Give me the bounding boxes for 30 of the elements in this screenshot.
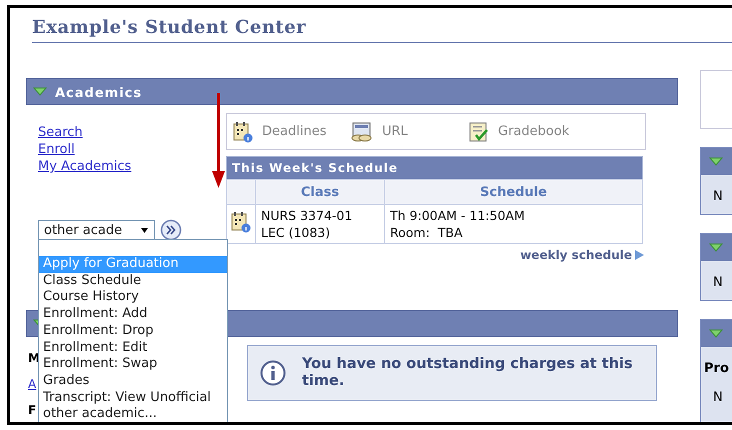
panel-text: N [712,189,723,204]
panel-text: N [712,275,723,290]
table-cell: Th 9:00AM - 11:50AM Room: TBA [384,204,642,244]
weekly-schedule-link[interactable]: weekly schedule [520,248,644,262]
academic-link[interactable]: Search [38,124,83,141]
panel-text: Pro [703,361,729,376]
page-title: Example's Student Center [32,17,732,43]
play-arrow-icon [635,250,644,260]
caret-icon [141,228,148,232]
table-title: This Week's Schedule [226,156,642,180]
column-header: Schedule [384,180,642,204]
go-button[interactable] [160,219,182,241]
toolbar-link[interactable]: Gradebook [469,122,587,142]
checklist-icon [469,122,489,142]
section-title: Academics [55,86,142,101]
column-header: Class [256,180,384,204]
table-cell: NURS 3374-01 LEC (1083) [256,204,384,244]
calendar-info-icon [233,120,253,142]
academic-link[interactable]: Enroll [38,141,75,158]
calendar-info-icon [231,211,251,233]
monitor-icon [351,122,373,142]
finance-label: F [28,402,36,419]
notice-text: You have no outstanding charges at this time. [302,356,634,390]
finance-link[interactable]: A [28,371,36,397]
dropdown-select[interactable]: other acade [38,220,155,240]
academic-link[interactable]: My Academics [38,158,132,175]
panel-text: N [712,390,723,405]
info-icon [260,360,286,386]
toolbar-link[interactable]: URL [351,122,469,142]
toolbar-link[interactable]: Deadlines [233,120,351,142]
